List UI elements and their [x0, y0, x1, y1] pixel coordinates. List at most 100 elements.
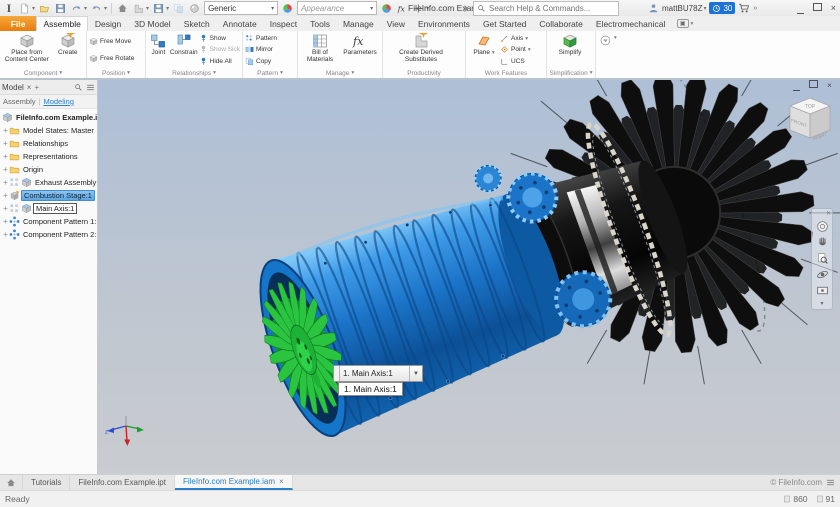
tab-list-icon[interactable]: [826, 478, 835, 487]
tab-3d-model[interactable]: 3D Model: [128, 16, 177, 31]
refresh-icon[interactable]: [172, 2, 185, 15]
navigation-wheel-icon[interactable]: [816, 220, 829, 233]
tree-item-component-pattern-2[interactable]: + Component Pattern 2:1: [0, 228, 97, 241]
update-icon[interactable]: [152, 2, 165, 15]
tab-sketch[interactable]: Sketch: [177, 16, 216, 31]
doc-tab-example-iam[interactable]: FileInfo.com Example.iam ×: [174, 475, 293, 490]
tab-overflow-icon[interactable]: ▣ ▾: [672, 16, 698, 31]
doc-restore-button[interactable]: [809, 80, 819, 90]
file-menu-button[interactable]: File: [0, 16, 36, 31]
view-modeling-link[interactable]: Modeling: [43, 97, 73, 106]
axis-button[interactable]: Axis ▾: [500, 33, 544, 44]
viewcube-top-label[interactable]: TOP: [805, 104, 816, 110]
tree-item-exhaust-assembly[interactable]: + Exhaust Assembly:1: [0, 176, 97, 189]
mirror-button[interactable]: Mirror: [245, 44, 295, 55]
material-select[interactable]: Generic ▾: [204, 1, 279, 15]
material-icon[interactable]: [188, 2, 201, 15]
joint-button[interactable]: Joint: [148, 32, 169, 68]
tab-inspect[interactable]: Inspect: [263, 16, 303, 31]
show-relationships-button[interactable]: Show: [199, 33, 240, 44]
user-avatar-icon[interactable]: [648, 3, 659, 14]
tab-electromechanical[interactable]: Electromechanical: [589, 16, 671, 31]
doc-minimize-button[interactable]: [793, 80, 801, 91]
new-file-icon[interactable]: [18, 2, 31, 15]
tab-tools[interactable]: Tools: [304, 16, 337, 31]
close-button[interactable]: ×: [831, 3, 836, 13]
create-derived-substitutes-button[interactable]: Create Derived Substitutes: [385, 32, 457, 68]
home-icon[interactable]: [116, 2, 129, 15]
new-file-caret[interactable]: ▾: [32, 5, 35, 12]
pattern-button[interactable]: Pattern: [245, 33, 295, 44]
hide-all-button[interactable]: Hide All: [199, 56, 240, 67]
pattern-panel-expander[interactable]: Pattern ▾: [243, 68, 297, 78]
point-button[interactable]: Point ▾: [500, 44, 544, 55]
tab-collaborate[interactable]: Collaborate: [533, 16, 589, 31]
panel-menu-icon[interactable]: [86, 83, 95, 92]
ucs-button[interactable]: UCS: [500, 56, 544, 67]
parameters-button[interactable]: Parameters: [340, 32, 380, 68]
graphics-viewport[interactable]: × TOP FRONT RIGHT ✕ ▾ 1. Main Axis:1 ▼ 1…: [98, 80, 840, 474]
tree-item-component-pattern-1[interactable]: + Component Pattern 1:1: [0, 215, 97, 228]
restore-button[interactable]: [812, 3, 822, 13]
productivity-panel-expander[interactable]: Productivity: [383, 68, 465, 78]
adjust-color-icon[interactable]: [380, 2, 393, 15]
doc-tab-tutorials[interactable]: Tutorials: [23, 475, 71, 490]
pan-icon[interactable]: [816, 236, 829, 249]
tab-environments[interactable]: Environments: [411, 16, 476, 31]
navbar-close-icon[interactable]: ✕: [826, 210, 831, 217]
home-tab-icon[interactable]: [0, 475, 23, 490]
show-sick-button[interactable]: Show Sick: [199, 44, 240, 55]
position-panel-expander[interactable]: Position ▾: [87, 68, 145, 78]
navbar-menu-caret[interactable]: ▾: [820, 300, 823, 307]
manage-panel-expander[interactable]: Manage ▾: [298, 68, 382, 78]
relationships-panel-expander[interactable]: Relationships ▾: [146, 68, 242, 78]
tree-item-representations[interactable]: + Representations: [0, 150, 97, 163]
sketch-caret[interactable]: ▾: [146, 5, 149, 12]
appearance-wheel-icon[interactable]: [281, 2, 294, 15]
zoom-icon[interactable]: [816, 252, 829, 265]
trial-badge[interactable]: 30: [709, 2, 736, 14]
tab-assemble[interactable]: Assemble: [36, 16, 89, 31]
view-assembly-link[interactable]: Assembly: [3, 97, 36, 106]
update-caret[interactable]: ▾: [166, 5, 169, 12]
ribbon-collapse-button[interactable]: ▾: [596, 31, 621, 78]
toolbar-overflow-icon[interactable]: »: [753, 5, 757, 12]
component-panel-expander[interactable]: Component ▾: [0, 68, 86, 78]
constrain-button[interactable]: Constrain: [169, 32, 199, 68]
panel-add-tab-icon[interactable]: +: [34, 83, 39, 92]
doc-tab-close-icon[interactable]: ×: [279, 477, 284, 486]
tree-item-relationships[interactable]: + Relationships: [0, 137, 97, 150]
simplify-button[interactable]: Simplify: [549, 32, 591, 68]
open-icon[interactable]: [38, 2, 51, 15]
simplification-panel-expander[interactable]: Simplification ▾: [547, 68, 595, 78]
doc-tab-example-ipt[interactable]: FileInfo.com Example.ipt: [70, 475, 175, 490]
tree-item-origin[interactable]: + Origin: [0, 163, 97, 176]
tree-item-model-states[interactable]: + Model States: Master: [0, 124, 97, 137]
tree-item-combustion-stage[interactable]: + Combustion Stage:1: [0, 189, 97, 202]
redo-caret[interactable]: ▾: [104, 5, 107, 12]
plane-button[interactable]: Plane ▾: [468, 32, 500, 68]
cart-icon[interactable]: [738, 2, 750, 14]
selection-scope-dropdown[interactable]: 1. Main Axis:1 ▼: [333, 365, 423, 382]
tab-manage[interactable]: Manage: [336, 16, 380, 31]
bill-of-materials-button[interactable]: Bill of Materials: [300, 32, 340, 68]
orbit-icon[interactable]: [816, 268, 829, 281]
redo-icon[interactable]: [90, 2, 103, 15]
dropdown-caret[interactable]: ▼: [409, 366, 422, 381]
help-search-box[interactable]: [473, 1, 619, 16]
free-rotate-button[interactable]: Free Rotate: [89, 53, 143, 64]
panel-search-icon[interactable]: [74, 83, 83, 92]
copy-button[interactable]: Copy: [245, 56, 295, 67]
tree-item-main-axis[interactable]: + Main Axis:1: [0, 202, 97, 215]
tab-view[interactable]: View: [380, 16, 411, 31]
view-cube[interactable]: TOP FRONT RIGHT: [784, 92, 836, 152]
place-from-content-center-button[interactable]: Place from Content Center: [2, 32, 52, 68]
save-icon[interactable]: [54, 2, 67, 15]
look-at-icon[interactable]: [816, 284, 829, 297]
tree-item-root[interactable]: FileInfo.com Example.iam: [0, 111, 97, 124]
create-component-button[interactable]: Create: [52, 32, 84, 68]
tab-design[interactable]: Design: [88, 16, 127, 31]
search-input[interactable]: [489, 4, 615, 13]
username[interactable]: mattBU78Z: [662, 4, 702, 13]
doc-close-button[interactable]: ×: [827, 80, 832, 90]
